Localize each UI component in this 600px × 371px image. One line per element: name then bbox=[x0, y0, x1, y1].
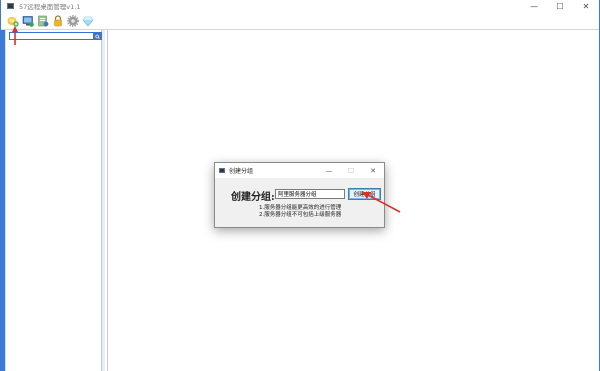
toolbar bbox=[1, 12, 599, 29]
search-icon bbox=[95, 34, 100, 39]
import-button[interactable] bbox=[37, 15, 49, 27]
search-box bbox=[9, 32, 104, 40]
create-group-dialog: 创建分组 — ☐ ✕ 创建分组: 创建分组 1.服务器分组能更高效的进行管理 2… bbox=[214, 162, 385, 228]
title-bar: 57远程桌面管理v1.1 — ☐ ✕ bbox=[1, 0, 599, 12]
dialog-note-1: 1.服务器分组能更高效的进行管理 bbox=[259, 205, 342, 211]
diamond-button[interactable] bbox=[82, 15, 94, 27]
server-tree-panel bbox=[5, 30, 105, 371]
add-group-button[interactable] bbox=[7, 15, 19, 27]
app-icon bbox=[7, 3, 14, 9]
add-server-button[interactable] bbox=[22, 15, 34, 27]
settings-button[interactable] bbox=[67, 14, 79, 27]
sidebar-scrollbar[interactable] bbox=[102, 30, 105, 371]
dialog-title: 创建分组 bbox=[229, 168, 254, 175]
dialog-note-2: 2.服务器分组不可包括上级服务器 bbox=[259, 211, 342, 218]
settings-icon bbox=[67, 14, 79, 27]
close-button[interactable]: ✕ bbox=[573, 0, 599, 12]
dialog-maximize-button[interactable]: ☐ bbox=[340, 163, 362, 178]
dialog-app-icon bbox=[219, 168, 225, 173]
dialog-close-button[interactable]: ✕ bbox=[362, 163, 384, 178]
window-controls: — ☐ ✕ bbox=[521, 0, 599, 12]
dialog-window-controls: — ☐ ✕ bbox=[318, 163, 384, 178]
dialog-minimize-button[interactable]: — bbox=[318, 163, 340, 178]
minimize-button[interactable]: — bbox=[521, 0, 547, 12]
import-icon bbox=[38, 15, 49, 26]
lock-icon bbox=[54, 14, 62, 26]
group-name-label: 创建分组: bbox=[231, 192, 275, 203]
diamond-icon bbox=[82, 16, 94, 26]
add-group-icon bbox=[7, 16, 19, 27]
lock-button[interactable] bbox=[52, 14, 64, 27]
search-input[interactable] bbox=[10, 33, 92, 39]
group-name-input[interactable] bbox=[275, 189, 345, 199]
create-group-button[interactable]: 创建分组 bbox=[348, 188, 381, 200]
dialog-body: 创建分组: 创建分组 1.服务器分组能更高效的进行管理 2.服务器分组不可包括上… bbox=[215, 178, 384, 227]
dialog-title-bar: 创建分组 — ☐ ✕ bbox=[215, 163, 384, 178]
maximize-button[interactable]: ☐ bbox=[547, 0, 573, 12]
dialog-notes: 1.服务器分组能更高效的进行管理 2.服务器分组不可包括上级服务器 bbox=[259, 205, 341, 218]
add-server-icon bbox=[22, 15, 34, 27]
app-title: 57远程桌面管理v1.1 bbox=[19, 3, 81, 11]
